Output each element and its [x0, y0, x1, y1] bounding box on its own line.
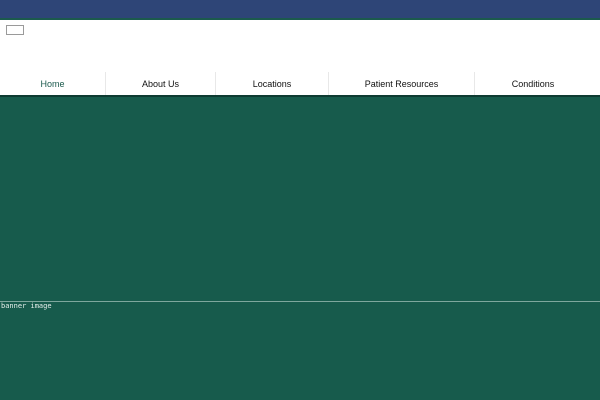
nav-item-about-us[interactable]: About Us: [106, 72, 216, 96]
banner-alt-text: banner image: [1, 302, 52, 310]
logo-placeholder[interactable]: [6, 25, 24, 35]
top-bar: [0, 0, 600, 20]
nav-item-locations[interactable]: Locations: [216, 72, 329, 96]
banner-image: banner image: [0, 97, 600, 400]
main-nav: Home About Us Locations Patient Resource…: [0, 72, 600, 96]
nav-item-patient-resources[interactable]: Patient Resources: [329, 72, 475, 96]
nav-item-conditions[interactable]: Conditions: [475, 72, 591, 96]
banner-divider: [0, 301, 600, 302]
nav-item-home[interactable]: Home: [0, 72, 106, 96]
site-header: [0, 20, 600, 72]
